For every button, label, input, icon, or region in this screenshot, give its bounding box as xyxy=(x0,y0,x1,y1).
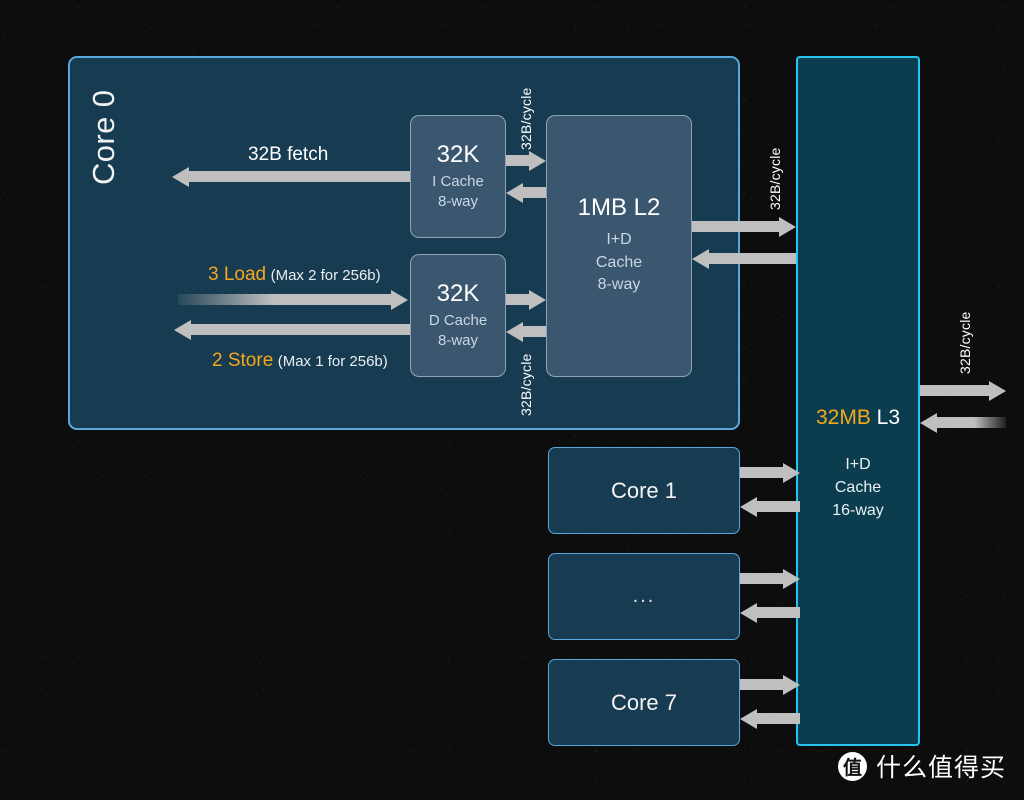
load-note: (Max 2 for 256b) xyxy=(270,267,381,284)
dcache-kind: D Cache xyxy=(428,311,488,329)
store-note: (Max 1 for 256b) xyxy=(277,353,388,370)
store-count: 2 Store xyxy=(212,350,274,371)
arrow-l3-to-memory xyxy=(920,385,990,396)
watermark-logo-icon: 值 xyxy=(837,751,867,781)
arrow-l3-to-cores xyxy=(756,607,800,618)
arrow-memory-to-l3 xyxy=(936,417,1006,428)
arrow-dcache-to-l2 xyxy=(506,294,530,305)
arrow-l2-to-icache xyxy=(522,187,546,198)
l2-size: 1MB L2 xyxy=(577,193,661,221)
l3-line3: 16-way xyxy=(832,502,884,520)
arrow-cores-to-l3 xyxy=(740,573,784,584)
l3-memory-bandwidth-label: 32B/cycle xyxy=(957,311,973,375)
l2-line3: 8-way xyxy=(597,276,641,294)
load-label: 3 Load (Max 2 for 256b) xyxy=(208,264,381,286)
l2-l3-bandwidth-label: 32B/cycle xyxy=(767,147,783,211)
diagram-canvas: Core 0 32B fetch 3 Load (Max 2 for 256b)… xyxy=(0,0,1024,800)
arrow-l3-to-core7 xyxy=(756,713,800,724)
core-7-block: Core 7 xyxy=(548,659,740,746)
icache-assoc: 8-way xyxy=(437,192,478,210)
icache-l2-bandwidth-label: 32B/cycle xyxy=(518,87,534,151)
dcache-l2-bandwidth-label: 32B/cycle xyxy=(518,353,534,417)
arrow-l3-to-core1 xyxy=(756,501,800,512)
icache-kind: I Cache xyxy=(432,172,484,190)
l3-level: L3 xyxy=(876,406,901,429)
load-count: 3 Load xyxy=(208,264,267,285)
l3-size: 32MB xyxy=(815,406,871,429)
arrow-core-to-dcache-load xyxy=(178,294,392,305)
arrow-core1-to-l3 xyxy=(740,467,784,478)
store-label: 2 Store (Max 1 for 256b) xyxy=(212,350,388,372)
arrow-l2-to-l3 xyxy=(692,221,780,232)
l3-cache-block: 32MB L3 I+D Cache 16-way xyxy=(796,56,920,746)
arrow-l2-to-dcache xyxy=(522,326,546,337)
l2-line1: I+D xyxy=(606,231,632,249)
arrow-dcache-to-core-store xyxy=(190,324,410,335)
cores-ellipsis-block: ... xyxy=(548,553,740,640)
core-1-label: Core 1 xyxy=(610,477,678,503)
cores-ellipsis-label: ... xyxy=(632,585,656,607)
l3-title: 32MB L3 xyxy=(798,406,918,430)
l2-cache-box: 1MB L2 I+D Cache 8-way xyxy=(546,115,692,377)
arrow-core7-to-l3 xyxy=(740,679,784,690)
icache-size: 32K xyxy=(436,140,480,168)
watermark: 值 什么值得买 xyxy=(837,748,1006,784)
l2-line2: Cache xyxy=(595,253,643,271)
fetch-bandwidth-label: 32B fetch xyxy=(248,144,329,165)
core-1-block: Core 1 xyxy=(548,447,740,534)
core-0-label: Core 0 xyxy=(86,89,121,185)
l3-subtitle: I+D Cache 16-way xyxy=(798,453,918,523)
arrow-l3-to-l2 xyxy=(708,253,796,264)
dcache-assoc: 8-way xyxy=(437,331,478,349)
dcache-size: 32K xyxy=(436,279,480,307)
arrow-icache-to-l2 xyxy=(506,155,530,166)
l1-data-cache-box: 32K D Cache 8-way xyxy=(410,254,506,377)
l1-instruction-cache-box: 32K I Cache 8-way xyxy=(410,115,506,238)
l3-line2: Cache xyxy=(834,479,882,497)
l3-line1: I+D xyxy=(845,456,871,473)
core-7-label: Core 7 xyxy=(610,689,678,715)
arrow-icache-to-core xyxy=(188,171,410,182)
watermark-text: 什么值得买 xyxy=(875,753,1006,782)
